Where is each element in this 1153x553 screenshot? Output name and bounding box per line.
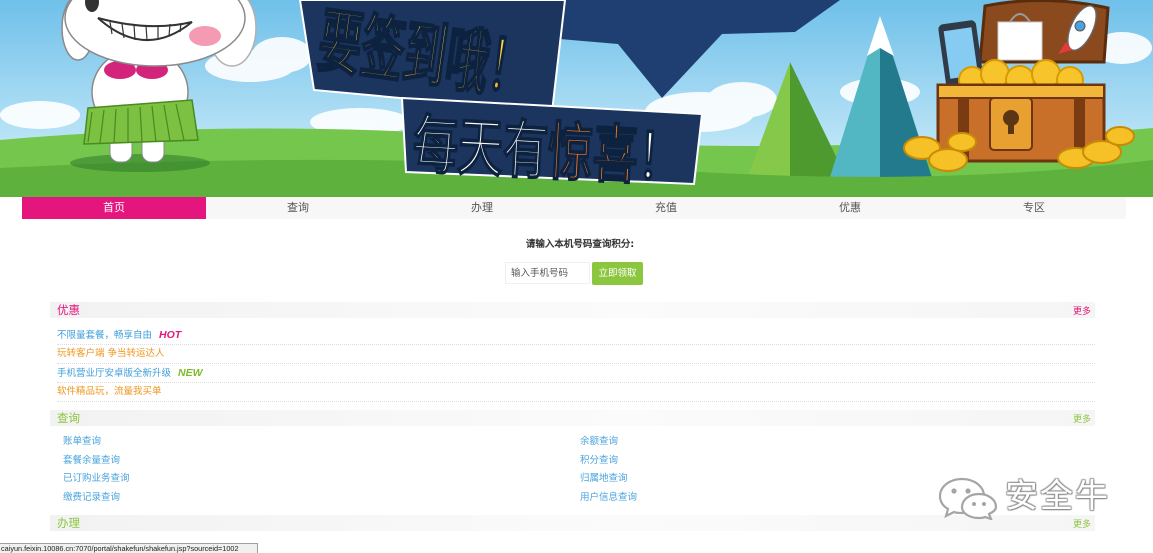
query-link-plan-remaining[interactable]: 套餐余量查询 [63, 452, 120, 470]
list-item: 软件精品玩，流量我买单 [57, 383, 1095, 402]
query-more-link[interactable]: 更多 [1073, 412, 1091, 428]
query-row: 套餐余量查询 积分查询 [63, 452, 1063, 471]
list-item: 玩转客户端 争当转运达人 [57, 345, 1095, 364]
offer-link[interactable]: 软件精品玩，流量我买单 [57, 386, 162, 397]
tab-recharge[interactable]: 充值 [574, 197, 758, 219]
offer-link[interactable]: 手机营业厅安卓版全新升级 [57, 368, 171, 379]
query-row: 账单查询 余额查询 [63, 433, 1063, 452]
tab-offers[interactable]: 优惠 [758, 197, 942, 219]
promo-banner: 要签到哦！ 每天有惊喜！ [0, 0, 1153, 197]
tab-home[interactable]: 首页 [22, 197, 206, 219]
query-link-user-info[interactable]: 用户信息查询 [580, 489, 637, 507]
tab-zone[interactable]: 专区 [942, 197, 1126, 219]
offers-section-title: 优惠 [57, 303, 80, 317]
banner-subline-highlight: 惊喜 [546, 114, 640, 192]
offer-link[interactable]: 不限量套餐，畅享自由 [57, 330, 152, 341]
offers-more-link[interactable]: 更多 [1073, 304, 1091, 320]
tab-query[interactable]: 查询 [206, 197, 390, 219]
query-row: 缴费记录查询 用户信息查询 [63, 489, 1063, 508]
handle-section-title: 办理 [57, 516, 80, 530]
banner-subline-lead: 每天有 [411, 107, 550, 188]
query-section-title: 查询 [57, 411, 80, 425]
banner-subline-tail: ！ [636, 119, 685, 195]
points-prompt: 请输入本机号码查询积分: [525, 239, 635, 250]
watermark-text: 安全牛 [1005, 476, 1110, 515]
query-link-number-location[interactable]: 归属地查询 [580, 470, 628, 488]
new-badge: NEW [178, 367, 203, 379]
query-link-payment-history[interactable]: 缴费记录查询 [63, 489, 120, 507]
offers-section-header: 优惠 更多 [50, 302, 1095, 318]
query-link-points[interactable]: 积分查询 [580, 452, 618, 470]
watermark: 安全牛 [938, 474, 1123, 520]
browser-status-bar: caiyun.feixin.10086.cn:7070/portal/shake… [0, 543, 258, 553]
query-links-grid: 账单查询 余额查询 套餐余量查询 积分查询 已订购业务查询 归属地查询 缴费记录… [63, 433, 1063, 507]
claim-now-button[interactable]: 立即领取 [592, 262, 643, 285]
offers-list: 不限量套餐，畅享自由 HOT 玩转客户端 争当转运达人 手机营业厅安卓版全新升级 N… [57, 326, 1095, 402]
query-link-balance[interactable]: 余额查询 [580, 433, 618, 451]
main-nav: 首页 查询 办理 充值 优惠 专区 [22, 197, 1126, 219]
wechat-icon [938, 477, 998, 520]
query-link-subscribed-services[interactable]: 已订购业务查询 [63, 470, 130, 488]
hot-badge: HOT [159, 329, 182, 341]
query-link-bill[interactable]: 账单查询 [63, 433, 101, 451]
query-section-header: 查询 更多 [50, 410, 1095, 426]
banner-subline: 每天有惊喜！ [411, 107, 684, 195]
offer-link[interactable]: 玩转客户端 争当转运达人 [57, 348, 165, 359]
list-item: 不限量套餐，畅享自由 HOT [57, 326, 1095, 345]
list-item: 手机营业厅安卓版全新升级 NEW [57, 364, 1095, 383]
tab-handle[interactable]: 办理 [390, 197, 574, 219]
query-row: 已订购业务查询 归属地查询 [63, 470, 1063, 489]
phone-number-input[interactable] [505, 262, 590, 284]
